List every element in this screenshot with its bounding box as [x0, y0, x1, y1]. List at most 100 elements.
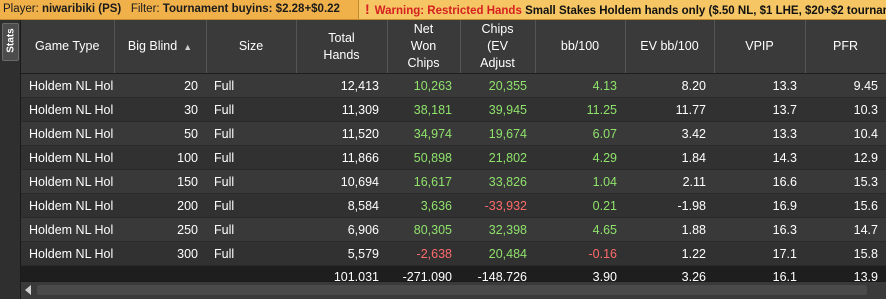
cell-bb100: 1.04 [535, 169, 625, 194]
cell-big-blind: 250 [114, 217, 206, 242]
cell-big-blind: 30 [114, 97, 206, 122]
horizontal-scrollbar[interactable] [21, 281, 886, 299]
cell-net-won: 3,636 [387, 193, 460, 218]
cell-bb100: 4.65 [535, 217, 625, 242]
cell-chips-ev: 21,802 [460, 145, 535, 170]
table-row[interactable]: Holdem NL Hol 100 Full 11,866 50,898 21,802 4.… [21, 145, 886, 170]
cell-big-blind: 200 [114, 193, 206, 218]
cell-game-type: Holdem NL Hol [21, 193, 114, 218]
player-label: Player: [3, 3, 39, 15]
cell-pfr: 15.8 [805, 241, 886, 266]
cell-pfr: 10.4 [805, 121, 886, 146]
cell-ev-bb100: 11.77 [625, 97, 714, 122]
cell-bb100: 0.21 [535, 193, 625, 218]
cell-big-blind: 20 [114, 73, 206, 98]
stats-grid: Game Type Big Blind ▲ Size Total Hands Ne… [21, 20, 886, 289]
cell-bb100: 4.13 [535, 73, 625, 98]
cell-net-won: 34,974 [387, 121, 460, 146]
cell-size: Full [206, 121, 296, 146]
cell-total-hands: 11,866 [296, 145, 387, 170]
col-header-size[interactable]: Size [206, 20, 297, 74]
filter-label: Filter: [130, 3, 160, 15]
cell-ev-bb100: -1.98 [625, 193, 714, 218]
cell-net-won: 50,898 [387, 145, 460, 170]
col-header-total-hands[interactable]: Total Hands [296, 20, 388, 74]
cell-net-won: 16,617 [387, 169, 460, 194]
cell-size: Full [206, 73, 296, 98]
cell-big-blind: 50 [114, 121, 206, 146]
cell-total-hands: 10,694 [296, 169, 387, 194]
cell-pfr: 12.9 [805, 145, 886, 170]
scrollbar-thumb[interactable] [37, 285, 867, 295]
info-bar: Player: niwaribiki (PS) Filter: Tourname… [0, 0, 886, 20]
cell-chips-ev: 20,484 [460, 241, 535, 266]
table-row[interactable]: Holdem NL Hol 30 Full 11,309 38,181 39,945 11.… [21, 97, 886, 122]
cell-net-won: -2,638 [387, 241, 460, 266]
table-row[interactable]: Holdem NL Hol 50 Full 11,520 34,974 19,674 6.0… [21, 121, 886, 146]
cell-ev-bb100: 1.88 [625, 217, 714, 242]
cell-ev-bb100: 8.20 [625, 73, 714, 98]
col-header-chips-ev-adjusted[interactable]: Chips (EV Adjust [460, 20, 536, 74]
cell-size: Full [206, 169, 296, 194]
cell-bb100: 11.25 [535, 97, 625, 122]
cell-total-hands: 12,413 [296, 73, 387, 98]
cell-chips-ev: 19,674 [460, 121, 535, 146]
sort-ascending-icon: ▲ [183, 41, 193, 52]
player-name: niwaribiki (PS) [42, 3, 122, 15]
cell-bb100: 4.29 [535, 145, 625, 170]
cell-ev-bb100: 3.42 [625, 121, 714, 146]
cell-bb100: 6.07 [535, 121, 625, 146]
col-header-pfr[interactable]: PFR [805, 20, 886, 74]
cell-total-hands: 11,309 [296, 97, 387, 122]
stats-table: Game Type Big Blind ▲ Size Total Hands Ne… [21, 20, 886, 289]
cell-size: Full [206, 193, 296, 218]
cell-game-type: Holdem NL Hol [21, 121, 114, 146]
col-header-game-type[interactable]: Game Type [21, 20, 115, 74]
cell-ev-bb100: 2.11 [625, 169, 714, 194]
cell-size: Full [206, 241, 296, 266]
col-header-big-blind[interactable]: Big Blind ▲ [114, 20, 207, 74]
header-row: Game Type Big Blind ▲ Size Total Hands Ne… [21, 20, 886, 74]
stats-tab[interactable]: Stats [2, 23, 19, 61]
filter-value: Tournament buyins: $2.28+$0.22 [162, 3, 340, 15]
cell-game-type: Holdem NL Hol [21, 241, 114, 266]
table-row[interactable]: Holdem NL Hol 150 Full 10,694 16,617 33,826 1.… [21, 169, 886, 194]
cell-size: Full [206, 145, 296, 170]
cell-big-blind: 100 [114, 145, 206, 170]
cell-net-won: 10,263 [387, 73, 460, 98]
cell-vpip: 13.3 [714, 73, 805, 98]
cell-bb100: -0.16 [535, 241, 625, 266]
cell-chips-ev: 39,945 [460, 97, 535, 122]
cell-vpip: 16.6 [714, 169, 805, 194]
table-row[interactable]: Holdem NL Hol 300 Full 5,579 -2,638 20,484 -0.… [21, 241, 886, 266]
table-row[interactable]: Holdem NL Hol 20 Full 12,413 10,263 20,355 4.1… [21, 73, 886, 98]
col-header-net-won-chips[interactable]: Net Won Chips [387, 20, 461, 74]
cell-pfr: 10.3 [805, 97, 886, 122]
cell-ev-bb100: 1.22 [625, 241, 714, 266]
restricted-hands-warning: ! Warning: Restricted Hands Small Stakes … [358, 0, 886, 19]
cell-game-type: Holdem NL Hol [21, 217, 114, 242]
col-header-ev-bb100[interactable]: EV bb/100 [625, 20, 715, 74]
cell-ev-bb100: 1.84 [625, 145, 714, 170]
player-filter-info: Player: niwaribiki (PS) Filter: Tourname… [3, 0, 340, 19]
cell-pfr: 9.45 [805, 73, 886, 98]
cell-game-type: Holdem NL Hol [21, 97, 114, 122]
col-header-vpip[interactable]: VPIP [714, 20, 806, 74]
table-row[interactable]: Holdem NL Hol 250 Full 6,906 80,305 32,398 4.6… [21, 217, 886, 242]
cell-total-hands: 6,906 [296, 217, 387, 242]
cell-pfr: 14.7 [805, 217, 886, 242]
cell-vpip: 13.3 [714, 121, 805, 146]
cell-big-blind: 150 [114, 169, 206, 194]
warning-title: Warning: Restricted Hands [374, 5, 522, 17]
cell-net-won: 80,305 [387, 217, 460, 242]
table-row[interactable]: Holdem NL Hol 200 Full 8,584 3,636 -33,932 0.2… [21, 193, 886, 218]
cell-game-type: Holdem NL Hol [21, 145, 114, 170]
cell-pfr: 15.6 [805, 193, 886, 218]
cell-vpip: 16.9 [714, 193, 805, 218]
cell-chips-ev: 32,398 [460, 217, 535, 242]
cell-size: Full [206, 97, 296, 122]
cell-total-hands: 5,579 [296, 241, 387, 266]
scroll-left-arrow-icon[interactable] [25, 285, 31, 295]
col-header-bb100[interactable]: bb/100 [535, 20, 626, 74]
cell-vpip: 13.7 [714, 97, 805, 122]
